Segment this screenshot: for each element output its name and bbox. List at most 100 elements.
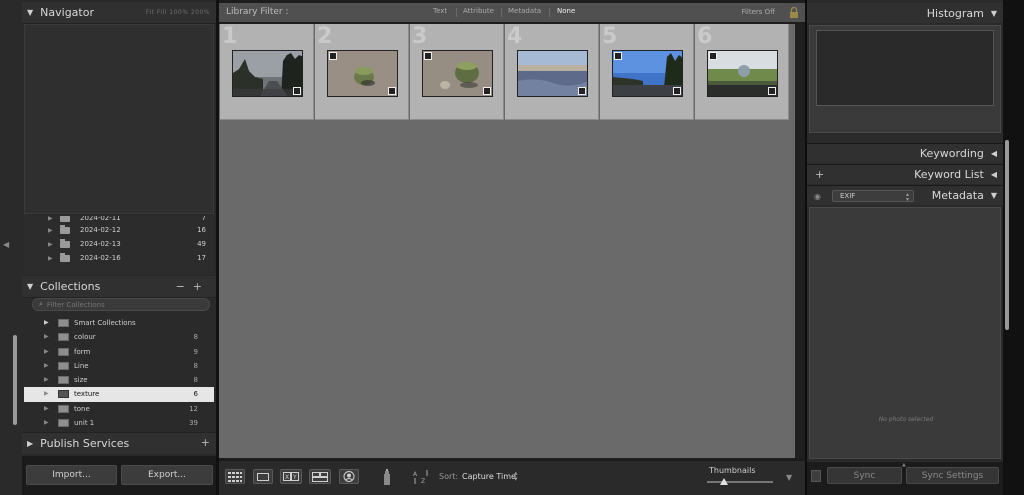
filter-placeholder: Filter Collections [46,300,105,309]
disclosure-triangle-icon[interactable]: ▶ [48,241,53,248]
disclosure-triangle-icon[interactable]: ▶ [44,319,49,326]
expand-triangle-icon[interactable]: ▼ [27,8,33,17]
collection-name: unit 1 [74,419,95,428]
plus-icon[interactable]: + [201,436,210,449]
photo-thumbnail[interactable] [422,50,493,97]
folder-name: 2024-02-11 [80,216,121,222]
collection-row[interactable]: ▶ unit 1 39 [24,416,214,430]
sync-button[interactable]: Sync [827,467,902,484]
loupe-view-icon[interactable] [253,469,273,484]
grid-cell[interactable]: 2 [315,24,409,120]
folder-row[interactable]: ▶ 2024-02-12 16 [24,223,214,237]
plus-icon[interactable]: + [815,168,824,181]
grid-cell[interactable]: 5 [600,24,694,120]
disclosure-triangle-icon[interactable]: ▶ [44,333,49,340]
grid-view-icon[interactable] [225,469,245,484]
disclosure-triangle-icon[interactable]: ▶ [44,419,49,426]
collection-row-selected[interactable]: ▶ texture 6 [24,387,214,402]
sort-select[interactable]: Capture Time [462,472,516,481]
left-panel: ▼ Navigator Fit Fill 100% 200% ▶ 2024-02… [22,0,216,495]
eye-icon[interactable]: ◉ [814,192,821,201]
photo-thumbnail[interactable] [517,50,588,97]
navigator-preview[interactable] [24,24,214,214]
grid-cell[interactable]: 3 [410,24,504,120]
collections-header[interactable]: ▼ Collections −+ [22,276,216,298]
folder-row[interactable]: ▶ 2024-02-11 7 [24,216,214,223]
collection-row[interactable]: ▶ colour 8 [24,330,214,344]
metadata-title: Metadata [931,189,984,202]
grid-cell[interactable]: 4 [505,24,599,120]
disclosure-triangle-icon[interactable]: ▶ [44,348,49,355]
navigator-header[interactable]: ▼ Navigator Fit Fill 100% 200% [22,2,216,24]
photo-thumbnail[interactable] [707,50,778,97]
sort-direction-icon[interactable]: AZ [412,469,432,485]
disclosure-triangle-icon[interactable]: ▶ [44,362,49,369]
folder-row[interactable]: ▶ 2024-02-13 49 [24,237,214,251]
disclosure-triangle-icon[interactable]: ▶ [44,390,49,397]
right-panel-scrollbar[interactable] [1005,140,1009,330]
collapsed-triangle-icon[interactable]: ◀ [991,149,997,158]
collapsed-triangle-icon[interactable]: ◀ [991,170,997,179]
people-view-icon[interactable] [339,469,359,484]
grid-cell[interactable]: 1 [220,24,314,120]
collection-count: 12 [189,404,198,413]
keywording-header[interactable]: Keywording ◀ [807,143,1003,163]
filter-text-option[interactable]: Text [433,7,447,15]
compare-view-icon[interactable]: XY [280,469,302,484]
lightroom-library-window: ◀ ▶ ▼ Navigator Fit Fill 100% 200% ▶ 202… [0,0,1024,495]
export-button[interactable]: Export... [121,465,213,485]
lock-icon[interactable] [789,7,799,18]
folder-row[interactable]: ▶ 2024-02-16 17 [24,251,214,265]
grid-scrollbar[interactable] [795,24,805,458]
collection-icon [58,419,69,428]
toolbar-options-arrow-icon[interactable]: ▼ [786,473,792,482]
collection-name: tone [74,404,90,413]
import-button[interactable]: Import... [26,465,117,485]
keyword-list-header[interactable]: + Keyword List ◀ [807,164,1003,184]
plus-icon[interactable]: + [193,280,210,293]
survey-view-icon[interactable] [309,469,331,484]
collection-row[interactable]: ▶ form 9 [24,345,214,359]
disclosure-triangle-icon[interactable]: ▶ [44,376,49,383]
minus-icon[interactable]: − [176,280,193,293]
expand-triangle-icon[interactable]: ▼ [27,282,33,291]
sync-settings-button[interactable]: Sync Settings [906,467,999,484]
expand-triangle-icon[interactable]: ▼ [991,191,997,200]
filter-attribute-option[interactable]: Attribute [463,7,494,15]
sort-select-arrows-icon[interactable]: ▴ ▾ [514,470,518,483]
photo-thumbnail[interactable] [327,50,398,97]
expand-triangle-icon[interactable]: ▼ [991,9,997,18]
grid-cell[interactable]: 6 [695,24,789,120]
left-panel-scrollbar[interactable] [13,335,17,425]
metadata-preset-select[interactable]: EXIF ▴ ▾ [832,190,914,203]
filters-off-preset[interactable]: Filters Off [741,8,775,16]
navigator-zoom-options[interactable]: Fit Fill 100% 200% [146,9,210,16]
collection-count: 8 [193,361,198,370]
collection-row[interactable]: ▶ size 8 [24,373,214,387]
slider-knob[interactable] [719,478,728,485]
filter-metadata-option[interactable]: Metadata [508,7,541,15]
smart-collections-row[interactable]: ▶ Smart Collections [24,316,214,330]
disclosure-triangle-icon[interactable]: ▶ [48,255,53,262]
auto-sync-switch[interactable] [811,470,821,482]
flag-badge-icon [424,52,432,60]
collection-row[interactable]: ▶ tone 12 [24,402,214,416]
disclosure-triangle-icon[interactable]: ▶ [48,216,53,222]
collection-row[interactable]: ▶ Line 8 [24,359,214,373]
collapse-left-arrow-icon[interactable]: ◀ [3,240,9,249]
disclosure-triangle-icon[interactable]: ▶ [44,405,49,412]
smart-collection-set-icon [58,319,69,327]
painter-spray-can-icon[interactable] [382,469,392,486]
photo-thumbnail[interactable] [232,50,303,97]
photo-thumbnail[interactable] [612,50,683,97]
collapsed-triangle-icon[interactable]: ▶ [27,439,33,448]
publish-services-header[interactable]: ▶ Publish Services + [22,432,216,454]
filter-none-option[interactable]: None [557,7,575,15]
metadata-header[interactable]: ◉ EXIF ▴ ▾ Metadata ▼ [807,185,1003,205]
collection-icon [58,376,69,385]
flag-badge-icon [614,52,622,60]
thumbnail-size-slider[interactable] [707,478,773,485]
collections-filter-input[interactable]: ⌕ Filter Collections [32,298,210,311]
disclosure-triangle-icon[interactable]: ▶ [48,227,53,234]
histogram-header[interactable]: Histogram ▼ [807,3,1003,23]
